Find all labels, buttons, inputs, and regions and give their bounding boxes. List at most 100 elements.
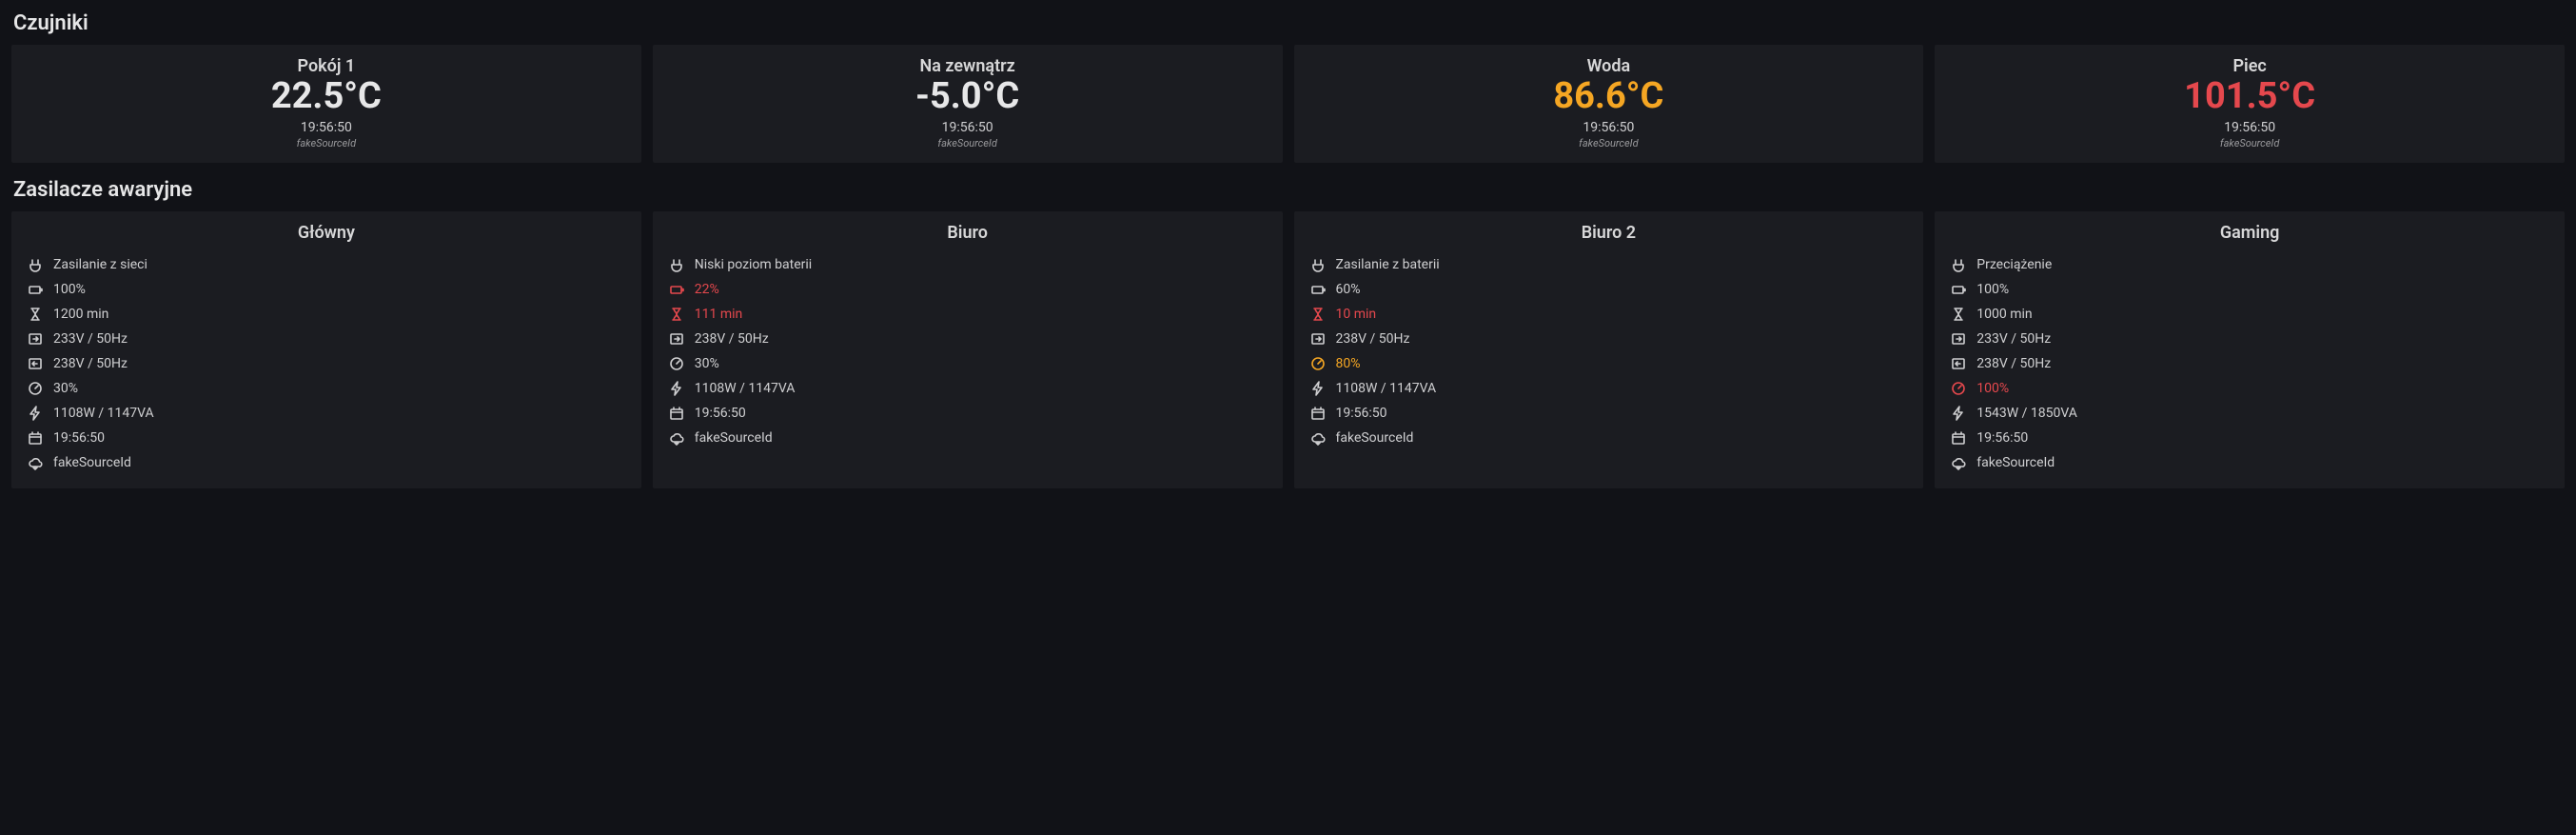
sensor-source: fakeSourceId	[668, 137, 1268, 149]
plug-icon	[1950, 256, 1967, 273]
gauge-icon	[27, 380, 44, 397]
ups-title: Biuro 2	[1309, 223, 1909, 243]
sensor-value: 22.5°C	[27, 78, 626, 116]
ups-row-text: 19:56:50	[1336, 406, 1387, 421]
ups-row-text: 100%	[1976, 282, 2009, 297]
ups-row-text: 1108W / 1147VA	[1336, 381, 1437, 396]
ups-card[interactable]: Biuro 2 Zasilanie z baterii 60% 10 min	[1294, 211, 1924, 488]
battery-icon	[1309, 281, 1327, 298]
sensor-card[interactable]: Woda 86.6°C 19:56:50 fakeSourceId	[1294, 45, 1924, 163]
ups-row: 233V / 50Hz	[1950, 327, 2549, 351]
ups-row: 100%	[1950, 277, 2549, 302]
ups-row-text: 80%	[1336, 356, 1361, 371]
ups-row: 1000 min	[1950, 302, 2549, 327]
sensor-source: fakeSourceId	[1309, 137, 1909, 149]
clock-icon	[1309, 405, 1327, 422]
ups-row: Zasilanie z sieci	[27, 252, 626, 277]
ups-row-text: 30%	[53, 381, 78, 396]
ups-row-text: 1543W / 1850VA	[1976, 406, 2077, 421]
ups-row-text: 19:56:50	[695, 406, 746, 421]
sensor-label: Na zewnątrz	[668, 56, 1268, 76]
ups-row-text: fakeSourceId	[1976, 455, 2055, 470]
sensor-label: Pokój 1	[27, 56, 626, 76]
hourglass-icon	[668, 306, 685, 323]
ups-card[interactable]: Gaming Przeciążenie 100% 1000 min	[1935, 211, 2565, 488]
ups-row-text: 19:56:50	[53, 430, 105, 446]
ups-row-text: 238V / 50Hz	[695, 331, 769, 347]
ups-row: Zasilanie z baterii	[1309, 252, 1909, 277]
hourglass-icon	[27, 306, 44, 323]
ups-row: 1543W / 1850VA	[1950, 401, 2549, 426]
ups-row-text: fakeSourceId	[53, 455, 131, 470]
ups-rows: Zasilanie z baterii 60% 10 min 238V / 50…	[1309, 252, 1909, 450]
sensor-card[interactable]: Na zewnątrz -5.0°C 19:56:50 fakeSourceId	[653, 45, 1283, 163]
ups-row-text: 22%	[695, 282, 719, 297]
ups-row-text: 100%	[53, 282, 86, 297]
bolt-icon	[1950, 405, 1967, 422]
ups-row-text: 233V / 50Hz	[53, 331, 128, 347]
sensor-label: Piec	[1950, 56, 2549, 76]
ups-row-text: 238V / 50Hz	[1336, 331, 1410, 347]
sensors-grid: Pokój 1 22.5°C 19:56:50 fakeSourceId Na …	[11, 45, 2565, 163]
battery-icon	[27, 281, 44, 298]
ups-row: 238V / 50Hz	[1309, 327, 1909, 351]
bolt-icon	[668, 380, 685, 397]
out-icon	[1950, 355, 1967, 372]
sensor-time: 19:56:50	[668, 120, 1268, 135]
ups-row: 1108W / 1147VA	[27, 401, 626, 426]
ups-row: 100%	[1950, 376, 2549, 401]
ups-row-text: 1108W / 1147VA	[53, 406, 154, 421]
sensor-time: 19:56:50	[1309, 120, 1909, 135]
ups-row: fakeSourceId	[1309, 426, 1909, 450]
sensor-value: -5.0°C	[668, 78, 1268, 116]
ups-row-text: 30%	[695, 356, 719, 371]
sensor-source: fakeSourceId	[1950, 137, 2549, 149]
ups-row: 1200 min	[27, 302, 626, 327]
ups-row: 80%	[1309, 351, 1909, 376]
ups-row: 60%	[1309, 277, 1909, 302]
gauge-icon	[1309, 355, 1327, 372]
battery-icon	[668, 281, 685, 298]
bolt-icon	[1309, 380, 1327, 397]
ups-row-text: 100%	[1976, 381, 2009, 396]
in-icon	[668, 330, 685, 348]
ups-row-text: 19:56:50	[1976, 430, 2028, 446]
ups-row: 238V / 50Hz	[27, 351, 626, 376]
ups-grid: Główny Zasilanie z sieci 100% 1200 min	[11, 211, 2565, 488]
ups-row-text: fakeSourceId	[695, 430, 773, 446]
in-icon	[27, 330, 44, 348]
gauge-icon	[668, 355, 685, 372]
ups-row-text: Zasilanie z sieci	[53, 257, 147, 272]
cloud-icon	[668, 429, 685, 447]
out-icon	[27, 355, 44, 372]
hourglass-icon	[1309, 306, 1327, 323]
ups-row-text: 1200 min	[53, 307, 108, 322]
plug-icon	[27, 256, 44, 273]
ups-row: 233V / 50Hz	[27, 327, 626, 351]
sensor-label: Woda	[1309, 56, 1909, 76]
ups-row-text: 238V / 50Hz	[53, 356, 128, 371]
clock-icon	[27, 429, 44, 447]
ups-row-text: 111 min	[695, 307, 743, 322]
ups-row: 19:56:50	[1950, 426, 2549, 450]
cloud-icon	[1950, 454, 1967, 471]
ups-row-text: Niski poziom baterii	[695, 257, 812, 272]
clock-icon	[1950, 429, 1967, 447]
cloud-icon	[27, 454, 44, 471]
sensor-card[interactable]: Piec 101.5°C 19:56:50 fakeSourceId	[1935, 45, 2565, 163]
ups-row: Niski poziom baterii	[668, 252, 1268, 277]
sensor-source: fakeSourceId	[27, 137, 626, 149]
ups-card[interactable]: Biuro Niski poziom baterii 22% 111 min	[653, 211, 1283, 488]
sensor-card[interactable]: Pokój 1 22.5°C 19:56:50 fakeSourceId	[11, 45, 641, 163]
ups-row: Przeciążenie	[1950, 252, 2549, 277]
ups-row: 1108W / 1147VA	[1309, 376, 1909, 401]
ups-title: Główny	[27, 223, 626, 243]
plug-icon	[668, 256, 685, 273]
ups-row-text: 1000 min	[1976, 307, 2032, 322]
ups-row: 111 min	[668, 302, 1268, 327]
ups-row: fakeSourceId	[27, 450, 626, 475]
ups-card[interactable]: Główny Zasilanie z sieci 100% 1200 min	[11, 211, 641, 488]
ups-row-text: 1108W / 1147VA	[695, 381, 796, 396]
ups-row-text: 238V / 50Hz	[1976, 356, 2051, 371]
ups-row: 30%	[668, 351, 1268, 376]
